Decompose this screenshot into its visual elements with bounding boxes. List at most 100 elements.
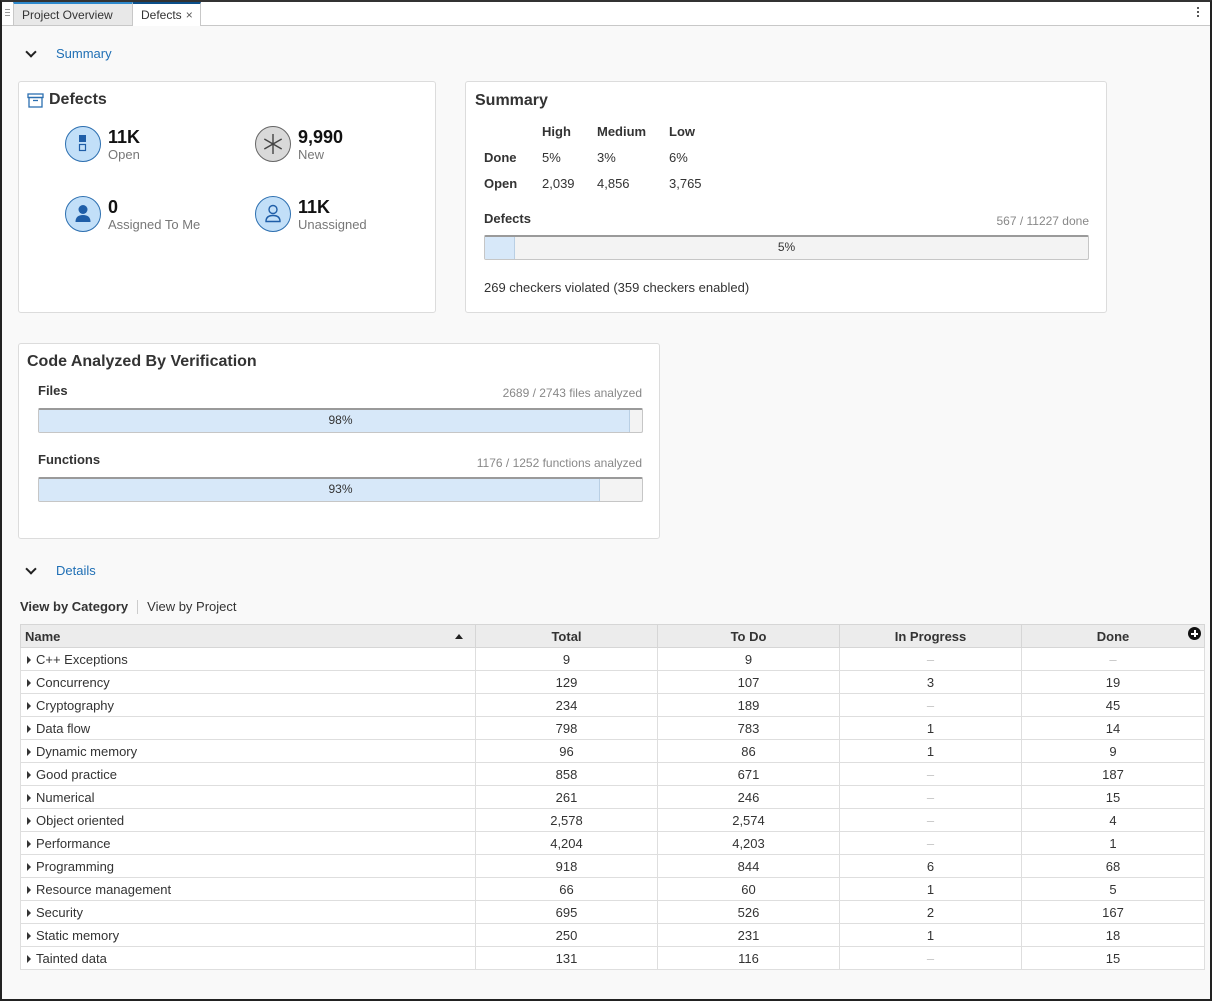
table-row[interactable]: Data flow 798 783 1 14 bbox=[20, 716, 1205, 740]
expand-row-icon[interactable] bbox=[27, 793, 31, 802]
stat-label: Assigned To Me bbox=[108, 217, 201, 232]
column-header-in-progress[interactable]: In Progress bbox=[839, 624, 1022, 648]
stat-unassigned[interactable]: 11K Unassigned bbox=[255, 196, 367, 233]
column-header-name[interactable]: Name bbox=[20, 624, 476, 648]
column-header-done[interactable]: Done bbox=[1021, 624, 1205, 648]
table-row[interactable]: Concurrency 129 107 3 19 bbox=[20, 670, 1205, 694]
expand-row-icon[interactable] bbox=[27, 816, 31, 825]
summary-row-open: Open 2,039 4,856 3,765 bbox=[484, 170, 729, 196]
category-name: C++ Exceptions bbox=[36, 651, 128, 667]
close-icon[interactable]: × bbox=[186, 8, 193, 22]
cell-inprogress: – bbox=[839, 762, 1022, 786]
view-by-project-link[interactable]: View by Project bbox=[147, 599, 236, 614]
drag-grip-icon[interactable] bbox=[5, 7, 11, 19]
stat-new[interactable]: 9,990 New bbox=[255, 126, 343, 163]
stat-label: Open bbox=[108, 147, 140, 162]
column-header-total[interactable]: Total bbox=[475, 624, 658, 648]
expand-row-icon[interactable] bbox=[27, 954, 31, 963]
category-name-cell[interactable]: Dynamic memory bbox=[20, 739, 476, 763]
category-name-cell[interactable]: Performance bbox=[20, 831, 476, 855]
more-options-icon[interactable] bbox=[1196, 7, 1200, 21]
cell-todo: 526 bbox=[657, 900, 840, 924]
expand-row-icon[interactable] bbox=[27, 747, 31, 756]
summary-col-header bbox=[484, 118, 542, 144]
summary-cell: 6% bbox=[669, 149, 688, 165]
details-section-toggle[interactable]: Details bbox=[24, 563, 96, 578]
table-row[interactable]: Tainted data 131 116–15 bbox=[20, 946, 1205, 970]
table-row[interactable]: Cryptography 234 189–45 bbox=[20, 693, 1205, 717]
table-row[interactable]: Dynamic memory 96 86 1 9 bbox=[20, 739, 1205, 763]
category-name-cell[interactable]: Object oriented bbox=[20, 808, 476, 832]
table-header-row: Name Total To Do In Progress Done bbox=[20, 624, 1205, 648]
table-row[interactable]: Object oriented 2,578 2,574–4 bbox=[20, 808, 1205, 832]
cell-total: 918 bbox=[475, 854, 658, 878]
cell-todo: 783 bbox=[657, 716, 840, 740]
expand-row-icon[interactable] bbox=[27, 885, 31, 894]
table-row[interactable]: Static memory 250 231 1 18 bbox=[20, 923, 1205, 947]
stat-value: 9,990 bbox=[298, 127, 344, 147]
stat-value: 0 bbox=[108, 197, 119, 217]
chevron-down-icon bbox=[24, 47, 38, 61]
category-name-cell[interactable]: Good practice bbox=[20, 762, 476, 786]
category-name-cell[interactable]: Resource management bbox=[20, 877, 476, 901]
cell-todo: 844 bbox=[657, 854, 840, 878]
app-window: Project Overview Defects × Summary Defect… bbox=[0, 0, 1212, 1001]
table-row[interactable]: Resource management 66 60 1 5 bbox=[20, 877, 1205, 901]
category-name-cell[interactable]: Data flow bbox=[20, 716, 476, 740]
cell-todo: 4,203 bbox=[657, 831, 840, 855]
cell-inprogress: 1 bbox=[839, 877, 1022, 901]
stat-assigned-to-me[interactable]: 0 Assigned To Me bbox=[65, 196, 200, 233]
table-row[interactable]: Security 695 526 2 167 bbox=[20, 900, 1205, 924]
category-name-cell[interactable]: Security bbox=[20, 900, 476, 924]
summary-row-label: Open bbox=[484, 175, 518, 191]
cell-done: 15 bbox=[1021, 946, 1205, 970]
table-row[interactable]: Numerical 261 246–15 bbox=[20, 785, 1205, 809]
tab-defects[interactable]: Defects × bbox=[133, 2, 201, 26]
expand-row-icon[interactable] bbox=[27, 770, 31, 779]
archive-box-icon bbox=[27, 92, 44, 108]
cell-done: 167 bbox=[1021, 900, 1205, 924]
category-name-cell[interactable]: Concurrency bbox=[20, 670, 476, 694]
category-name-cell[interactable]: Programming bbox=[20, 854, 476, 878]
cell-done: 9 bbox=[1021, 739, 1205, 763]
category-name-cell[interactable]: Tainted data bbox=[20, 946, 476, 970]
table-row[interactable]: Performance 4,204 4,203–1 bbox=[20, 831, 1205, 855]
details-section-label: Details bbox=[56, 563, 96, 578]
expand-row-icon[interactable] bbox=[27, 655, 31, 664]
stat-label: Unassigned bbox=[298, 217, 367, 232]
expand-row-icon[interactable] bbox=[27, 839, 31, 848]
summary-section-toggle[interactable]: Summary bbox=[24, 46, 112, 61]
category-name-cell[interactable]: Static memory bbox=[20, 923, 476, 947]
expand-row-icon[interactable] bbox=[27, 678, 31, 687]
sort-ascending-icon[interactable] bbox=[455, 634, 463, 639]
expand-row-icon[interactable] bbox=[27, 931, 31, 940]
cell-inprogress: 6 bbox=[839, 854, 1022, 878]
category-name-cell[interactable]: Numerical bbox=[20, 785, 476, 809]
tab-project-overview[interactable]: Project Overview bbox=[13, 2, 133, 26]
column-header-todo[interactable]: To Do bbox=[657, 624, 840, 648]
expand-row-icon[interactable] bbox=[27, 724, 31, 733]
cell-inprogress: 1 bbox=[839, 739, 1022, 763]
view-separator bbox=[137, 599, 139, 614]
table-row[interactable]: C++ Exceptions 9 9– – bbox=[20, 647, 1205, 671]
expand-row-icon[interactable] bbox=[27, 701, 31, 710]
cell-inprogress: – bbox=[839, 693, 1022, 717]
add-column-icon[interactable] bbox=[1188, 627, 1201, 640]
category-name-cell[interactable]: Cryptography bbox=[20, 693, 476, 717]
cell-done: 15 bbox=[1021, 785, 1205, 809]
stat-open[interactable]: 11K Open bbox=[65, 126, 140, 163]
summary-card-title: Summary bbox=[475, 92, 548, 109]
view-by-category-link[interactable]: View by Category bbox=[20, 599, 128, 614]
summary-cell: 3% bbox=[597, 149, 616, 165]
expand-row-icon[interactable] bbox=[27, 908, 31, 917]
expand-row-icon[interactable] bbox=[27, 862, 31, 871]
summary-cell: 3,765 bbox=[669, 175, 702, 191]
table-row[interactable]: Programming 918 844 6 68 bbox=[20, 854, 1205, 878]
summary-card: Summary High Medium Low Done 5% 3% 6% Op… bbox=[465, 81, 1107, 313]
cell-inprogress: 1 bbox=[839, 923, 1022, 947]
table-row[interactable]: Good practice 858 671–187 bbox=[20, 762, 1205, 786]
category-name-cell[interactable]: C++ Exceptions bbox=[20, 647, 476, 671]
cell-done: 5 bbox=[1021, 877, 1205, 901]
column-header-label: Done bbox=[1096, 628, 1130, 644]
cell-total: 129 bbox=[475, 670, 658, 694]
